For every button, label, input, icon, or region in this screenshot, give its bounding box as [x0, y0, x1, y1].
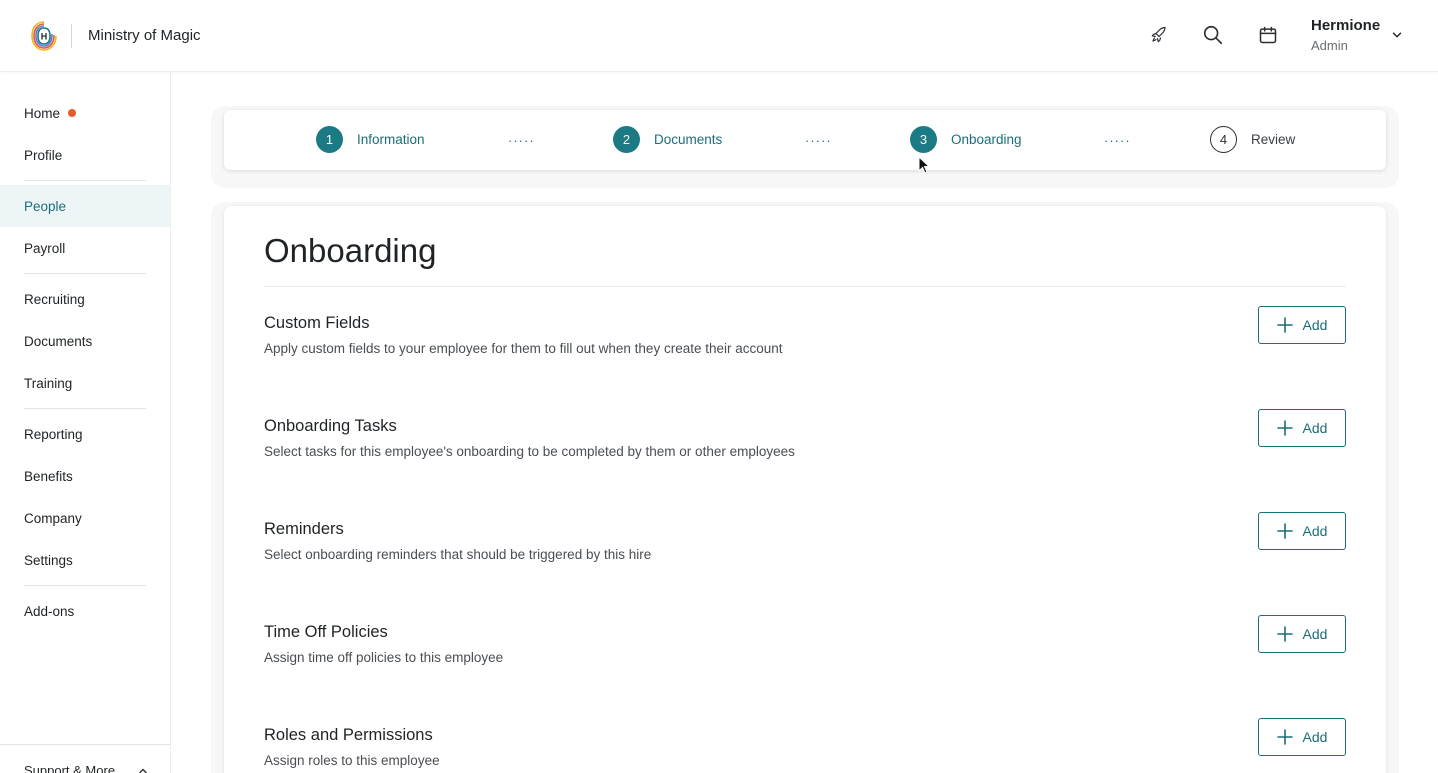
mouse-cursor-icon — [918, 155, 931, 174]
chevron-up-icon — [137, 765, 149, 773]
step-label: Onboarding — [951, 131, 1022, 147]
sidebar-item-label: Add-ons — [24, 603, 75, 619]
step-review[interactable]: 4 Review — [1210, 125, 1295, 153]
sidebar-item-label: People — [24, 198, 67, 214]
add-roles-and-permissions-button[interactable]: Add — [1258, 718, 1346, 756]
step-label: Documents — [654, 131, 723, 147]
plus-icon — [1276, 729, 1293, 745]
title-divider — [264, 286, 1346, 287]
sidebar-item-payroll[interactable]: Payroll — [0, 227, 170, 269]
section-description: Select tasks for this employee's onboard… — [264, 444, 795, 459]
step-number: 4 — [1210, 125, 1237, 153]
sidebar-item-company[interactable]: Company — [0, 497, 170, 539]
logo-divider — [71, 24, 72, 48]
add-label: Add — [1302, 626, 1328, 642]
step-label: Review — [1251, 131, 1296, 147]
section-title: Reminders — [264, 520, 344, 538]
support-and-more[interactable]: Support & More — [0, 744, 170, 773]
top-header: H Ministry of Magic Hermione Admin — [0, 0, 1438, 72]
sidebar-item-profile[interactable]: Profile — [0, 134, 170, 176]
sidebar-item-label: Reporting — [24, 426, 83, 442]
sidebar-item-training[interactable]: Training — [0, 362, 170, 404]
sidebar-item-label: Settings — [24, 552, 73, 568]
step-label: Information — [357, 131, 425, 147]
sidebar-item-settings[interactable]: Settings — [0, 539, 170, 581]
chevron-down-icon[interactable] — [1390, 28, 1404, 42]
search-icon[interactable] — [1200, 22, 1226, 48]
section-title: Custom Fields — [264, 314, 370, 332]
section-custom-fields: Custom Fields Apply custom fields to you… — [264, 306, 1346, 374]
step-number: 3 — [910, 125, 937, 153]
step-separator: ····· — [508, 133, 535, 148]
section-description: Apply custom fields to your employee for… — [264, 341, 783, 356]
company-logo-icon[interactable]: H — [30, 20, 58, 52]
onboarding-card: Onboarding Custom Fields Apply custom fi… — [224, 206, 1386, 773]
add-onboarding-tasks-button[interactable]: Add — [1258, 409, 1346, 447]
step-number: 2 — [613, 125, 640, 153]
sidebar-item-label: Payroll — [24, 240, 66, 256]
nav-divider — [24, 180, 146, 181]
calendar-icon[interactable] — [1255, 22, 1281, 48]
nav-divider — [24, 273, 146, 274]
main-content: 1 Information ····· 2 Documents ····· 3 … — [171, 72, 1438, 773]
page-title: Onboarding — [264, 232, 437, 269]
sidebar-item-recruiting[interactable]: Recruiting — [0, 278, 170, 320]
company-name: Ministry of Magic — [88, 27, 201, 44]
user-role: Admin — [1311, 38, 1348, 53]
sidebar-item-label: Training — [24, 375, 73, 391]
section-roles-and-permissions: Roles and Permissions Assign roles to th… — [264, 718, 1346, 773]
stepper: 1 Information ····· 2 Documents ····· 3 … — [224, 110, 1386, 170]
sidebar-item-documents[interactable]: Documents — [0, 320, 170, 362]
sidebar-item-label: Documents — [24, 333, 93, 349]
sidebar-item-add-ons[interactable]: Add-ons — [0, 590, 170, 632]
rocket-icon[interactable] — [1146, 22, 1172, 48]
step-separator: ····· — [1104, 133, 1131, 148]
add-time-off-policies-button[interactable]: Add — [1258, 615, 1346, 653]
plus-icon — [1276, 420, 1293, 436]
sidebar-item-label: Profile — [24, 147, 63, 163]
step-onboarding[interactable]: 3 Onboarding — [910, 125, 1022, 153]
svg-text:H: H — [41, 32, 48, 42]
step-number: 1 — [316, 125, 343, 153]
nav-divider — [24, 408, 146, 409]
step-documents[interactable]: 2 Documents — [613, 125, 722, 153]
add-label: Add — [1302, 729, 1328, 745]
notification-dot — [68, 109, 77, 117]
sidebar-item-label: Company — [24, 510, 82, 526]
nav-divider — [24, 585, 146, 586]
user-name[interactable]: Hermione — [1311, 17, 1380, 34]
sidebar-item-people[interactable]: People — [0, 185, 170, 227]
sidebar-item-label: Home — [24, 105, 61, 121]
sidebar-item-home[interactable]: Home — [0, 92, 170, 134]
sidebar: Home Profile People Payroll Recruiting D… — [0, 72, 171, 773]
add-label: Add — [1302, 420, 1328, 436]
section-title: Time Off Policies — [264, 623, 388, 641]
add-custom-fields-button[interactable]: Add — [1258, 306, 1346, 344]
step-information[interactable]: 1 Information — [316, 125, 425, 153]
plus-icon — [1276, 317, 1293, 333]
plus-icon — [1276, 523, 1293, 539]
sidebar-item-label: Recruiting — [24, 291, 85, 307]
section-time-off-policies: Time Off Policies Assign time off polici… — [264, 615, 1346, 683]
sidebar-item-benefits[interactable]: Benefits — [0, 455, 170, 497]
section-title: Onboarding Tasks — [264, 417, 397, 435]
support-label: Support & More — [24, 763, 116, 773]
step-separator: ····· — [805, 133, 832, 148]
section-description: Assign roles to this employee — [264, 753, 440, 768]
add-label: Add — [1302, 523, 1328, 539]
section-reminders: Reminders Select onboarding reminders th… — [264, 512, 1346, 580]
section-onboarding-tasks: Onboarding Tasks Select tasks for this e… — [264, 409, 1346, 477]
plus-icon — [1276, 626, 1293, 642]
sidebar-item-label: Benefits — [24, 468, 73, 484]
sidebar-item-reporting[interactable]: Reporting — [0, 413, 170, 455]
add-label: Add — [1302, 317, 1328, 333]
section-title: Roles and Permissions — [264, 726, 433, 744]
section-description: Assign time off policies to this employe… — [264, 650, 504, 665]
section-description: Select onboarding reminders that should … — [264, 547, 652, 562]
add-reminders-button[interactable]: Add — [1258, 512, 1346, 550]
